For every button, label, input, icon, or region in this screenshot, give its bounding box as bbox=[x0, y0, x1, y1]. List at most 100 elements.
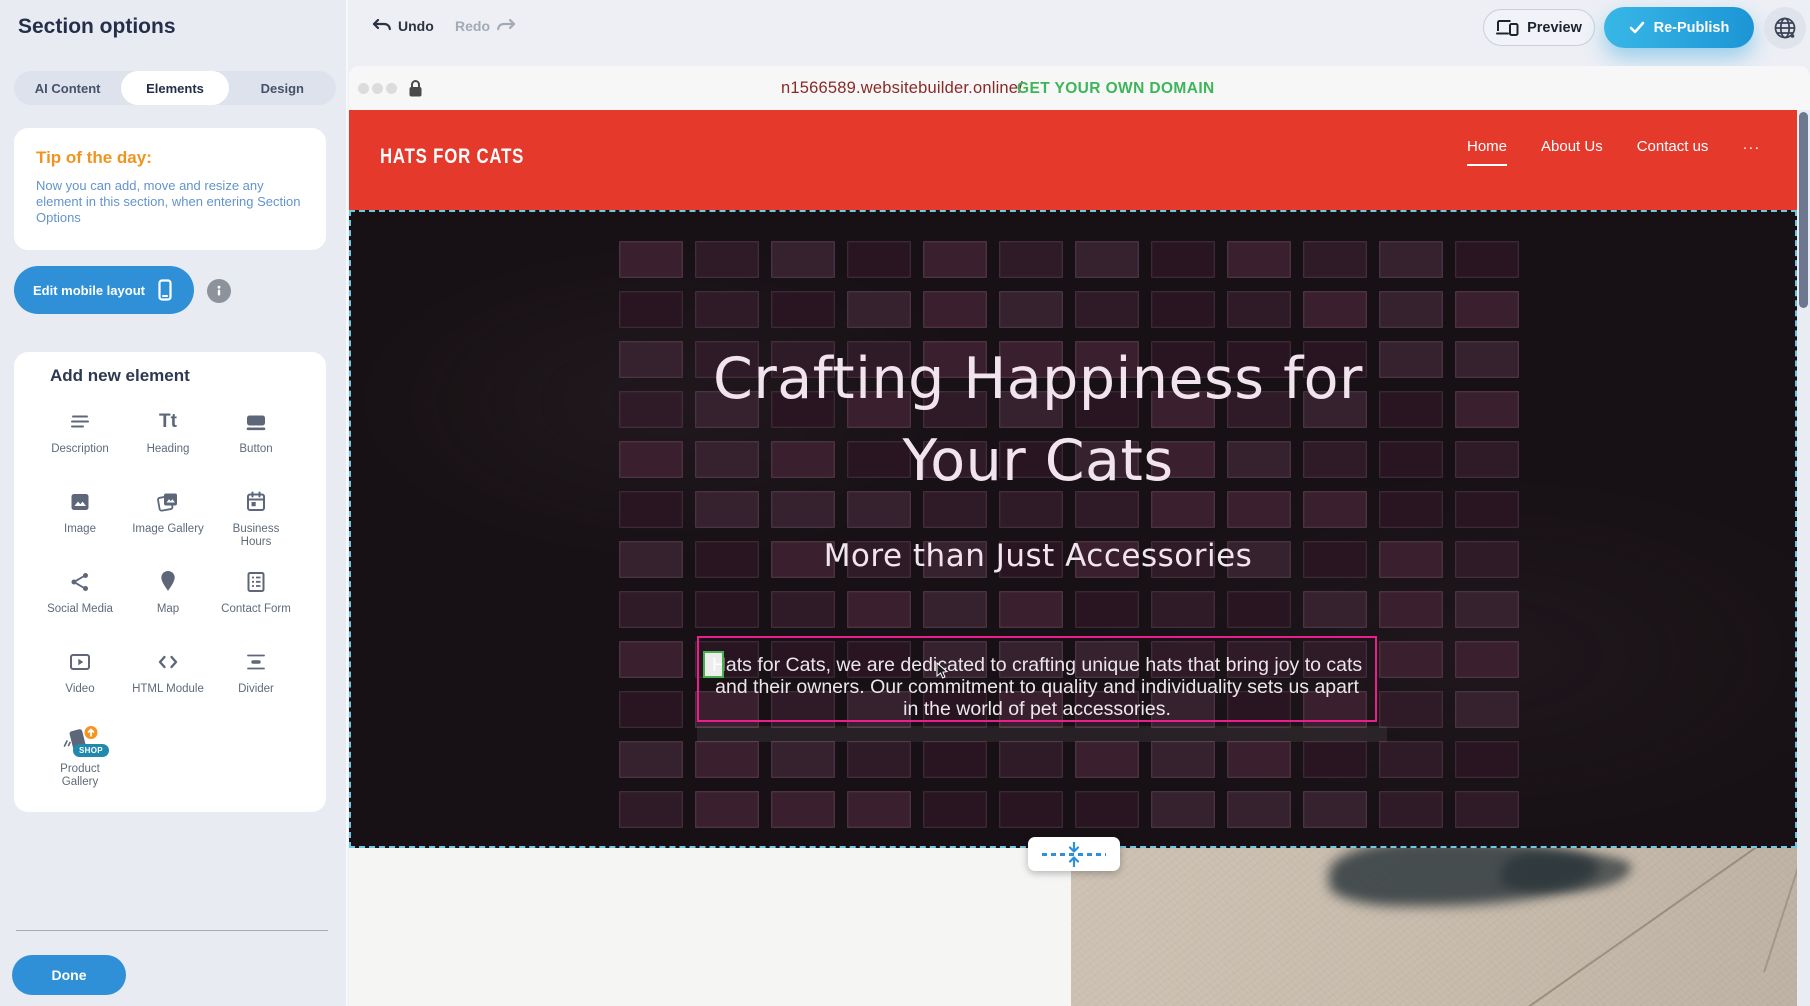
image-gallery-icon bbox=[154, 486, 182, 518]
hero-tile bbox=[1379, 791, 1443, 828]
hero-tile bbox=[695, 241, 759, 278]
hero-tile bbox=[619, 641, 683, 678]
drag-handle[interactable] bbox=[703, 651, 724, 678]
hero-tile bbox=[1151, 791, 1215, 828]
page-title: Section options bbox=[18, 15, 176, 39]
tab-ai-content[interactable]: AI Content bbox=[14, 71, 121, 105]
hero-tile bbox=[1379, 241, 1443, 278]
add-element-contact-form[interactable]: Contact Form bbox=[212, 560, 300, 640]
hero-tile bbox=[1379, 291, 1443, 328]
add-element-heading[interactable]: Tt Heading bbox=[124, 400, 212, 480]
hero-tile bbox=[619, 741, 683, 778]
mouse-cursor-icon bbox=[936, 662, 950, 680]
add-element-image-gallery[interactable]: Image Gallery bbox=[124, 480, 212, 560]
hero-section-selected[interactable]: Crafting Happiness for Your Cats More th… bbox=[349, 210, 1797, 848]
scrollbar-thumb[interactable] bbox=[1799, 112, 1808, 308]
site-logo[interactable]: HATS FOR CATS bbox=[380, 145, 524, 169]
hero-tile bbox=[847, 241, 911, 278]
site-url[interactable]: n1566589.websitebuilder.online/ bbox=[781, 79, 1023, 98]
hero-tile bbox=[1455, 741, 1519, 778]
hero-tile bbox=[847, 791, 911, 828]
hero-tile bbox=[923, 591, 987, 628]
hero-tile bbox=[1303, 791, 1367, 828]
tab-elements[interactable]: Elements bbox=[121, 71, 228, 105]
nav-item-home[interactable]: Home bbox=[1467, 138, 1507, 166]
next-section-blank bbox=[349, 848, 1071, 1006]
section-resize-handle[interactable] bbox=[1028, 837, 1120, 871]
heading-icon: Tt bbox=[159, 406, 177, 438]
hero-tile bbox=[1455, 291, 1519, 328]
hero-tile bbox=[619, 241, 683, 278]
hero-tile bbox=[771, 791, 835, 828]
hero-tile bbox=[1075, 741, 1139, 778]
hero-tile bbox=[1455, 591, 1519, 628]
contact-form-icon bbox=[243, 566, 269, 598]
sidebar-divider bbox=[16, 930, 328, 931]
lock-icon bbox=[408, 79, 423, 98]
add-element-description[interactable]: Description bbox=[36, 400, 124, 480]
hero-heading[interactable]: Crafting Happiness for Your Cats bbox=[351, 338, 1725, 502]
add-element-business-hours[interactable]: Business Hours bbox=[212, 480, 300, 560]
hero-tile bbox=[695, 741, 759, 778]
site-nav: Home About Us Contact us ··· bbox=[1467, 138, 1760, 166]
hero-tile bbox=[1379, 741, 1443, 778]
hero-tile bbox=[695, 791, 759, 828]
edit-mobile-layout-button[interactable]: Edit mobile layout bbox=[14, 266, 194, 314]
hero-tile bbox=[1379, 591, 1443, 628]
hero-tile bbox=[1075, 591, 1139, 628]
hero-description-text[interactable]: Hats for Cats, we are dedicated to craft… bbox=[699, 638, 1375, 720]
undo-button[interactable]: Undo bbox=[372, 18, 434, 34]
done-button[interactable]: Done bbox=[12, 955, 126, 995]
browser-dot-icon bbox=[386, 83, 397, 94]
button-icon bbox=[243, 406, 269, 438]
hero-subheading[interactable]: More than Just Accessories bbox=[351, 538, 1725, 574]
add-element-video[interactable]: Video bbox=[36, 640, 124, 720]
hero-tile bbox=[619, 691, 683, 728]
hero-tile bbox=[695, 591, 759, 628]
republish-button[interactable]: Re-Publish bbox=[1604, 7, 1754, 48]
add-element-map[interactable]: Map bbox=[124, 560, 212, 640]
add-element-button[interactable]: Button bbox=[212, 400, 300, 480]
hero-tile bbox=[619, 291, 683, 328]
tip-title: Tip of the day: bbox=[36, 148, 304, 168]
hero-tile bbox=[1379, 641, 1443, 678]
hero-tile bbox=[1151, 591, 1215, 628]
tip-body: Now you can add, move and resize any ele… bbox=[36, 178, 304, 226]
business-hours-icon bbox=[243, 486, 269, 518]
add-element-product-gallery[interactable]: SHOP Product Gallery bbox=[36, 720, 124, 800]
hero-tile bbox=[1455, 641, 1519, 678]
hero-tile bbox=[1379, 691, 1443, 728]
share-icon bbox=[67, 566, 93, 598]
add-element-social-media[interactable]: Social Media bbox=[36, 560, 124, 640]
get-your-own-domain-link[interactable]: GET YOUR OWN DOMAIN bbox=[1017, 80, 1215, 98]
language-globe-button[interactable] bbox=[1764, 7, 1806, 49]
arrow-up-icon bbox=[1067, 856, 1081, 867]
pavement-image bbox=[1071, 848, 1797, 1006]
product-gallery-icon: SHOP bbox=[58, 726, 102, 758]
nav-more-menu[interactable]: ··· bbox=[1742, 138, 1760, 156]
description-element-selected[interactable]: Hats for Cats, we are dedicated to craft… bbox=[697, 636, 1377, 722]
tab-design[interactable]: Design bbox=[229, 71, 336, 105]
hero-tile bbox=[923, 791, 987, 828]
hero-tile bbox=[1303, 291, 1367, 328]
site-header: HATS FOR CATS Home About Us Contact us ·… bbox=[349, 110, 1797, 210]
browser-dot-icon bbox=[358, 83, 369, 94]
hero-tile bbox=[771, 291, 835, 328]
hero-tile bbox=[1151, 741, 1215, 778]
hero-tile bbox=[923, 741, 987, 778]
hero-tile bbox=[1075, 791, 1139, 828]
hero-tile bbox=[847, 591, 911, 628]
nav-item-about-us[interactable]: About Us bbox=[1541, 138, 1603, 164]
add-element-divider[interactable]: Divider bbox=[212, 640, 300, 720]
hero-tile bbox=[1227, 291, 1291, 328]
preview-button[interactable]: Preview bbox=[1483, 9, 1595, 46]
add-new-element-card: Add new element Description Tt Heading B… bbox=[14, 352, 326, 812]
add-element-html-module[interactable]: HTML Module bbox=[124, 640, 212, 720]
add-element-image[interactable]: Image bbox=[36, 480, 124, 560]
info-icon[interactable] bbox=[207, 279, 231, 303]
redo-button[interactable]: Redo bbox=[455, 18, 516, 34]
shop-badge: SHOP bbox=[73, 744, 109, 757]
add-new-element-title: Add new element bbox=[50, 366, 190, 386]
hero-tile bbox=[1455, 791, 1519, 828]
nav-item-contact-us[interactable]: Contact us bbox=[1637, 138, 1709, 164]
